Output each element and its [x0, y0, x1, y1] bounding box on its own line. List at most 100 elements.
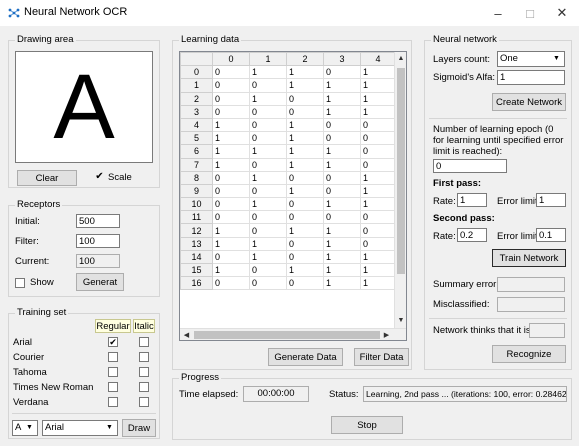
generate-receptors-button[interactable]: Generat — [76, 273, 124, 291]
grid-cell[interactable]: 1 — [360, 170, 396, 185]
error-limit2-input[interactable]: 0.1 — [536, 228, 566, 242]
grid-cell[interactable]: 1 — [323, 78, 361, 93]
grid-row-header[interactable]: 5 — [180, 131, 213, 146]
grid-cell[interactable]: 1 — [286, 183, 324, 199]
grid-cell[interactable]: 0 — [360, 117, 396, 133]
font-italic-checkbox[interactable] — [139, 367, 149, 377]
grid-cell[interactable]: 0 — [323, 131, 361, 146]
grid-cell[interactable]: 0 — [249, 78, 287, 93]
filter-data-button[interactable]: Filter Data — [354, 348, 409, 366]
grid-cell[interactable]: 0 — [212, 249, 250, 265]
grid-cell[interactable]: 0 — [249, 262, 287, 278]
grid-cell[interactable]: 1 — [360, 78, 396, 93]
grid-hscroll-thumb[interactable] — [194, 331, 380, 339]
filter-input[interactable]: 100 — [76, 234, 120, 248]
grid-cell[interactable]: 0 — [249, 157, 287, 172]
initial-input[interactable]: 500 — [76, 214, 120, 228]
grid-cell[interactable]: 0 — [323, 183, 361, 199]
grid-cell[interactable]: 0 — [360, 223, 396, 238]
grid-row-header[interactable]: 11 — [180, 210, 213, 225]
grid-cell[interactable]: 0 — [323, 117, 361, 133]
grid-cell[interactable]: 0 — [360, 157, 396, 172]
rate2-input[interactable]: 0.2 — [457, 228, 487, 242]
grid-cell[interactable]: 1 — [286, 223, 324, 238]
grid-row-header[interactable]: 7 — [180, 157, 213, 172]
draw-button[interactable]: Draw — [122, 419, 156, 437]
grid-cell[interactable]: 1 — [212, 117, 250, 133]
grid-cell[interactable]: 1 — [249, 170, 287, 185]
font-regular-checkbox[interactable] — [108, 397, 118, 407]
grid-row-header[interactable]: 4 — [180, 117, 213, 133]
table-row[interactable]: 14 0 1 0 1 1 — [180, 249, 396, 265]
grid-cell[interactable]: 1 — [249, 249, 287, 265]
font-regular-checkbox[interactable]: ✔ — [108, 337, 118, 347]
maximize-button[interactable]: □ — [514, 0, 546, 26]
table-row[interactable]: 201011 — [180, 91, 396, 106]
grid-column-header[interactable]: 3 — [323, 52, 361, 67]
grid-cell[interactable]: 1 — [360, 249, 396, 265]
table-row[interactable]: 801001 — [180, 170, 396, 185]
table-row[interactable]: 10 0 1 0 1 1 — [180, 197, 396, 212]
grid-cell[interactable]: 0 — [212, 91, 250, 106]
grid-cell[interactable]: 0 — [286, 210, 324, 225]
grid-cell[interactable]: 0 — [249, 183, 287, 199]
grid-cell[interactable]: 1 — [323, 262, 361, 278]
grid-row-header[interactable]: 9 — [180, 183, 213, 199]
minimize-button[interactable]: – — [482, 0, 514, 26]
grid-row-header[interactable]: 15 — [180, 262, 213, 278]
regular-column-header[interactable]: Regular — [95, 319, 131, 333]
grid-cell[interactable]: 1 — [360, 262, 396, 278]
grid-cell[interactable]: 1 — [249, 91, 287, 106]
grid-cell[interactable]: 0 — [212, 197, 250, 212]
grid-cell[interactable]: 0 — [212, 276, 250, 291]
grid-cell[interactable]: 0 — [249, 104, 287, 119]
grid-cell[interactable]: 1 — [360, 276, 396, 291]
scroll-right-icon[interactable]: ▶ — [380, 329, 393, 340]
table-row[interactable]: 100111 — [180, 78, 396, 93]
grid-cell[interactable]: 1 — [286, 65, 324, 80]
font-italic-checkbox[interactable] — [139, 337, 149, 347]
grid-cell[interactable]: 0 — [212, 78, 250, 93]
grid-row-header[interactable]: 12 — [180, 223, 213, 238]
grid-cell[interactable]: 0 — [249, 131, 287, 146]
grid-cell[interactable]: 1 — [360, 65, 396, 80]
grid-cell[interactable]: 0 — [360, 144, 396, 159]
letter-select[interactable]: A ▼ — [12, 420, 38, 436]
grid-row-header[interactable]: 14 — [180, 249, 213, 265]
grid-cell[interactable]: 0 — [212, 210, 250, 225]
grid-cell[interactable]: 1 — [249, 197, 287, 212]
scroll-left-icon[interactable]: ◀ — [180, 329, 193, 340]
grid-row-header[interactable]: 3 — [180, 104, 213, 119]
grid-row-header[interactable]: 6 — [180, 144, 213, 159]
sigmoid-alfa-input[interactable]: 1 — [497, 70, 565, 85]
table-row[interactable]: 13 1 1 0 1 0 — [180, 236, 396, 251]
table-row[interactable]: 11 0 0 0 0 0 — [180, 210, 396, 225]
grid-cell[interactable]: 0 — [249, 276, 287, 291]
grid-cell[interactable]: 0 — [286, 236, 324, 251]
recognize-button[interactable]: Recognize — [492, 345, 566, 363]
font-regular-checkbox[interactable] — [108, 352, 118, 362]
clear-button[interactable]: Clear — [17, 170, 77, 186]
grid-column-header[interactable]: 1 — [249, 52, 287, 67]
grid-row-header[interactable]: 8 — [180, 170, 213, 185]
grid-cell[interactable]: 1 — [212, 131, 250, 146]
font-italic-checkbox[interactable] — [139, 397, 149, 407]
grid-cell[interactable]: 1 — [360, 197, 396, 212]
grid-cell[interactable]: 0 — [212, 104, 250, 119]
layers-count-select[interactable]: One ▼ — [497, 51, 565, 67]
grid-cell[interactable]: 1 — [286, 144, 324, 159]
grid-cell[interactable]: 1 — [249, 236, 287, 251]
grid-cell[interactable]: 1 — [249, 144, 287, 159]
grid-row-header[interactable]: 2 — [180, 91, 213, 106]
grid-cell[interactable]: 1 — [249, 65, 287, 80]
table-row[interactable]: 300011 — [180, 104, 396, 119]
grid-cell[interactable]: 1 — [212, 223, 250, 238]
scroll-down-icon[interactable]: ▼ — [395, 314, 406, 327]
font-regular-checkbox[interactable] — [108, 367, 118, 377]
grid-column-header[interactable]: 4 — [360, 52, 396, 67]
table-row[interactable]: 001101 — [180, 65, 396, 80]
font-italic-checkbox[interactable] — [139, 352, 149, 362]
drawing-canvas[interactable]: A — [15, 51, 153, 163]
grid-cell[interactable]: 1 — [323, 91, 361, 106]
epoch-input[interactable]: 0 — [433, 159, 507, 173]
